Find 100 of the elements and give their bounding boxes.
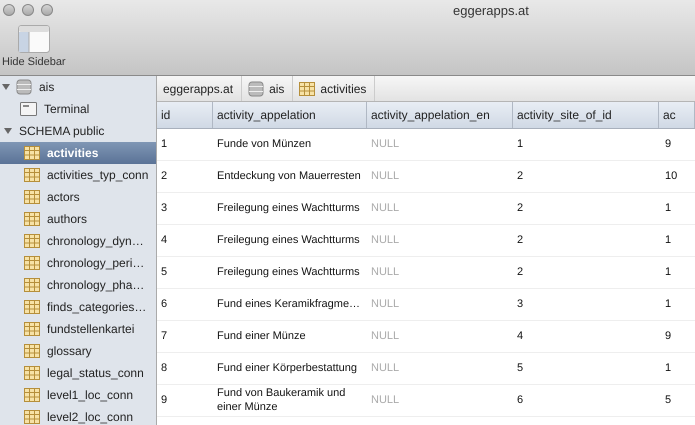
table-icon bbox=[24, 234, 40, 248]
table-cell-text: NULL bbox=[370, 200, 400, 216]
table-cell-text: 5 bbox=[160, 264, 168, 280]
column-header[interactable]: activity_appelation bbox=[213, 102, 367, 128]
column-header[interactable]: ac bbox=[659, 102, 695, 128]
table-cell-text: 1 bbox=[664, 232, 672, 248]
sidebar-item-label: level2_loc_conn bbox=[47, 410, 134, 424]
sidebar-item-label: activities bbox=[47, 146, 98, 160]
table-cell-text: 9 bbox=[160, 392, 168, 408]
terminal-icon bbox=[20, 102, 37, 116]
table-cell-text: 7 bbox=[160, 328, 168, 344]
table-cell-text: 8 bbox=[160, 360, 168, 376]
table-cell-text: 2 bbox=[516, 200, 524, 216]
sidebar-item-label: activities_typ_conn bbox=[47, 168, 148, 182]
table-cell-text: 2 bbox=[516, 168, 524, 184]
table-cell-text: Freilegung eines Wachtturms bbox=[216, 264, 361, 280]
table-cell-text: Funde von Münzen bbox=[216, 136, 312, 152]
table-cell-text: NULL bbox=[370, 360, 400, 376]
table-cell-text: 3 bbox=[516, 296, 524, 312]
table-icon bbox=[299, 82, 316, 96]
sidebar-item[interactable]: SCHEMA public bbox=[0, 120, 156, 142]
sidebar-item-label: chronology_peri… bbox=[47, 256, 144, 270]
table-cell-text: Freilegung eines Wachtturms bbox=[216, 200, 361, 216]
table-cell-text: Freilegung eines Wachtturms bbox=[216, 232, 361, 248]
sidebar-item-label: legal_status_conn bbox=[47, 366, 144, 380]
table-cell-text: 4 bbox=[516, 328, 524, 344]
sidebar-item-label: finds_categories… bbox=[47, 300, 146, 314]
sidebar-item[interactable]: actors bbox=[0, 186, 156, 208]
column-header[interactable]: activity_appelation_en bbox=[367, 102, 513, 128]
table-cell-text: Fund von Baukeramik und einer Münze bbox=[216, 386, 346, 414]
sidebar-item[interactable]: ais bbox=[0, 76, 156, 98]
table-cell-text: 6 bbox=[160, 296, 168, 312]
disclosure-triangle-icon[interactable] bbox=[4, 127, 12, 135]
breadcrumb-item[interactable]: activities bbox=[293, 76, 376, 101]
table-cell-text: 2 bbox=[160, 168, 168, 184]
sidebar-item[interactable]: fundstellenkartei bbox=[0, 318, 156, 340]
table-cell-text: NULL bbox=[370, 136, 400, 152]
sidebar-item-label: chronology_pha… bbox=[47, 278, 144, 292]
sidebar-item-label: actors bbox=[47, 190, 80, 204]
sidebar-item[interactable]: level2_loc_conn bbox=[0, 406, 156, 425]
sidebar-item[interactable]: glossary bbox=[0, 340, 156, 362]
sidebar-item[interactable]: chronology_pha… bbox=[0, 274, 156, 296]
table-cell-text: 2 bbox=[516, 264, 524, 280]
table-icon bbox=[24, 366, 40, 380]
table-cell-text: 5 bbox=[516, 360, 524, 376]
table-icon bbox=[24, 190, 40, 204]
sidebar-item[interactable]: activities bbox=[0, 142, 156, 164]
sidebar-item[interactable]: legal_status_conn bbox=[0, 362, 156, 384]
column-header[interactable]: activity_site_of_id bbox=[513, 102, 659, 128]
sidebar-item-label: chronology_dyn… bbox=[47, 234, 144, 248]
table-icon bbox=[24, 146, 40, 160]
sidebar-item-label: Terminal bbox=[44, 102, 90, 116]
table-cell-text: NULL bbox=[370, 168, 400, 184]
table-cell-text: 1 bbox=[664, 360, 672, 376]
sidebar-item-label: SCHEMA public bbox=[19, 124, 104, 138]
sidebar-item[interactable]: authors bbox=[0, 208, 156, 230]
sidebar-item[interactable]: chronology_dyn… bbox=[0, 230, 156, 252]
zoom-button[interactable] bbox=[41, 4, 53, 16]
table-cell-text: NULL bbox=[370, 392, 400, 408]
table-icon bbox=[24, 256, 40, 270]
table-cell-text: 9 bbox=[664, 136, 672, 152]
table-cell-text: NULL bbox=[370, 296, 400, 312]
table-cell-text: 1 bbox=[160, 136, 168, 152]
database-icon bbox=[248, 80, 264, 96]
table-cell-text: 6 bbox=[516, 392, 524, 408]
sidebar-item-label: level1_loc_conn bbox=[47, 388, 134, 402]
table-cell-text: 2 bbox=[516, 232, 524, 248]
breadcrumb-item[interactable]: eggerapps.at bbox=[157, 76, 242, 101]
table-cell-text: Fund einer Körperbestattung bbox=[216, 360, 358, 376]
hide-sidebar-button[interactable]: Hide Sidebar bbox=[2, 25, 66, 68]
table-cell-text: Fund einer Münze bbox=[216, 328, 307, 344]
table-icon bbox=[24, 168, 40, 182]
table-cell-text: 4 bbox=[160, 232, 168, 248]
table-cell-text: 9 bbox=[664, 328, 672, 344]
table-icon bbox=[24, 344, 40, 358]
minimize-button[interactable] bbox=[22, 4, 34, 16]
table-icon bbox=[24, 212, 40, 226]
sidebar-item[interactable]: chronology_peri… bbox=[0, 252, 156, 274]
table-cell-text: Entdeckung von Mauerresten bbox=[216, 168, 362, 184]
table-cell-text: 1 bbox=[664, 296, 672, 312]
table-cell-text: 10 bbox=[664, 168, 678, 184]
table-cell-text: 1 bbox=[664, 200, 672, 216]
sidebar-item[interactable]: activities_typ_conn bbox=[0, 164, 156, 186]
sidebar-item[interactable]: finds_categories… bbox=[0, 296, 156, 318]
close-button[interactable] bbox=[3, 4, 15, 16]
table-cell-text: NULL bbox=[370, 264, 400, 280]
table-cell-text: NULL bbox=[370, 328, 400, 344]
sidebar-item-label: fundstellenkartei bbox=[47, 322, 134, 336]
table-cell-text: NULL bbox=[370, 232, 400, 248]
table-cell-text: Fund eines Keramikfragme… bbox=[216, 296, 362, 312]
disclosure-triangle-icon[interactable] bbox=[2, 83, 10, 91]
table-icon bbox=[24, 278, 40, 292]
column-header[interactable]: id bbox=[157, 102, 213, 128]
breadcrumb-item[interactable]: ais bbox=[242, 76, 294, 101]
sidebar-item[interactable]: level1_loc_conn bbox=[0, 384, 156, 406]
table-icon bbox=[24, 300, 40, 314]
sidebar-item[interactable]: Terminal bbox=[0, 98, 156, 120]
sidebar-item-label: glossary bbox=[47, 344, 92, 358]
sidebar-item-label: ais bbox=[39, 80, 54, 94]
sidebar-item-label: authors bbox=[47, 212, 88, 226]
